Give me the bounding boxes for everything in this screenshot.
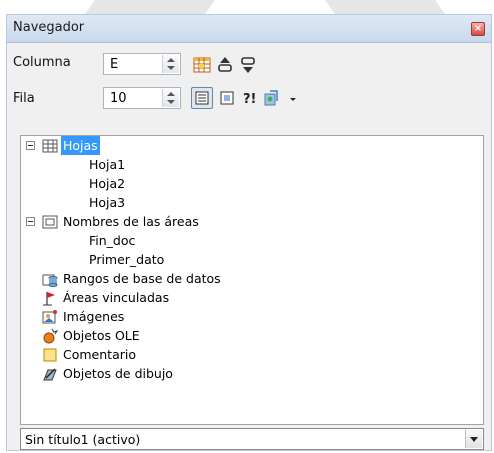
- tree-node-database-ranges[interactable]: Rangos de base de datos: [63, 269, 221, 288]
- collapse-icon[interactable]: [26, 217, 35, 226]
- range-names-icon: [42, 214, 58, 230]
- window-title: Navegador: [13, 20, 85, 35]
- ole-object-icon: [42, 328, 58, 344]
- column-spinner[interactable]: E: [103, 53, 181, 75]
- tree-node-sheet[interactable]: Hoja3: [89, 193, 125, 212]
- list-box-icon: [195, 91, 209, 105]
- background-shape: [85, 0, 215, 14]
- close-button[interactable]: ×: [471, 22, 485, 36]
- tree-node-images[interactable]: Imágenes: [63, 307, 124, 326]
- scenarios-icon[interactable]: ?!: [241, 88, 261, 108]
- data-range-icon[interactable]: [192, 55, 212, 75]
- tree-node-linked-areas[interactable]: Áreas vinculadas: [63, 288, 169, 307]
- end-icon[interactable]: [238, 55, 258, 75]
- column-spin-buttons[interactable]: [162, 55, 179, 73]
- chevron-down-icon[interactable]: [283, 90, 296, 110]
- svg-text:?!: ?!: [243, 92, 256, 107]
- tree-node-ole-objects[interactable]: Objetos OLE: [63, 326, 140, 345]
- comment-icon: [42, 347, 58, 363]
- contents-icon[interactable]: [217, 88, 237, 108]
- start-icon[interactable]: [215, 55, 235, 75]
- sheet-icon: [42, 138, 58, 154]
- row-value[interactable]: 10: [110, 91, 127, 106]
- background-shape: [325, 0, 445, 14]
- navigator-tree[interactable]: Hojas Hoja1 Hoja2 Hoja3 Nombres de las á…: [20, 135, 484, 425]
- document-select-value[interactable]: Sin título1 (activo): [25, 432, 140, 447]
- spin-down-icon[interactable]: [167, 100, 175, 104]
- navigator-window: Navegador × Columna E Fila 10 ?! Hojas H…: [6, 14, 492, 451]
- tree-node-range[interactable]: Primer_dato: [89, 250, 164, 269]
- spin-up-icon[interactable]: [167, 92, 175, 96]
- link-flag-icon: [42, 290, 58, 306]
- column-value[interactable]: E: [110, 57, 118, 72]
- spin-down-icon[interactable]: [167, 66, 175, 70]
- tree-node-sheet[interactable]: Hoja1: [89, 155, 125, 174]
- document-select[interactable]: Sin título1 (activo): [20, 428, 484, 450]
- title-bar: Navegador ×: [7, 15, 491, 43]
- spin-up-icon[interactable]: [167, 58, 175, 62]
- row-label: Fila: [13, 91, 35, 106]
- drag-mode-icon[interactable]: [262, 88, 282, 108]
- drawing-object-icon: [42, 366, 58, 382]
- row-spin-buttons[interactable]: [162, 89, 179, 107]
- row-spinner[interactable]: 10: [103, 87, 181, 109]
- database-icon: [42, 271, 58, 287]
- chevron-down-icon[interactable]: [465, 430, 482, 448]
- tree-node-range[interactable]: Fin_doc: [89, 231, 135, 250]
- image-icon: [42, 309, 58, 325]
- tree-node-comment[interactable]: Comentario: [63, 345, 136, 364]
- toggle-content-button[interactable]: [191, 87, 213, 109]
- tree-node-sheets[interactable]: Hojas: [61, 136, 100, 155]
- tree-node-range-names[interactable]: Nombres de las áreas: [63, 212, 199, 231]
- tree-node-sheet[interactable]: Hoja2: [89, 174, 125, 193]
- tree-node-drawing-objects[interactable]: Objetos de dibujo: [63, 364, 173, 383]
- collapse-icon[interactable]: [26, 141, 35, 150]
- column-label: Columna: [13, 55, 71, 70]
